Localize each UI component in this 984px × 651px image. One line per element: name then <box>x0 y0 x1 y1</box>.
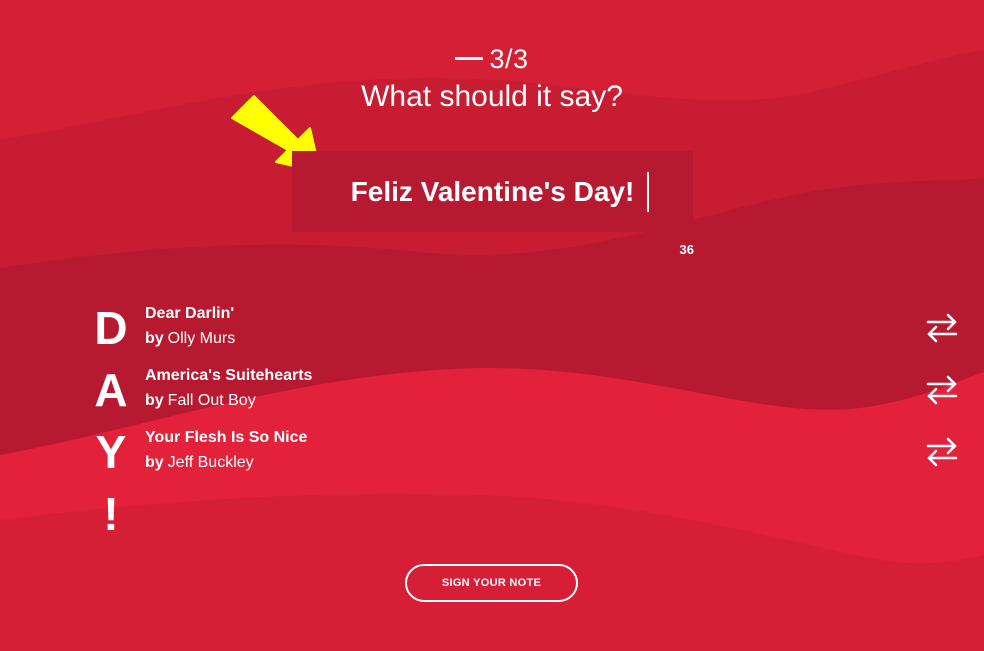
by-label: by <box>145 392 164 409</box>
acrostic-letters: D A Y ! <box>88 302 134 550</box>
acrostic-letter: A <box>94 364 128 416</box>
acrostic-letter: D <box>94 302 128 354</box>
artist-name: Fall Out Boy <box>167 392 256 409</box>
by-label: by <box>145 330 164 347</box>
by-label: by <box>145 454 164 471</box>
acrostic-letter: Y <box>95 426 127 478</box>
track-title: America's Suitehearts <box>145 367 313 384</box>
page-title: What should it say? <box>361 80 623 113</box>
character-count: 36 <box>679 242 694 257</box>
track-artist-line: by Olly Murs <box>145 330 235 348</box>
acrostic-letter: ! <box>103 488 119 540</box>
artist-name: Jeff Buckley <box>167 454 254 471</box>
track-artist-line: by Jeff Buckley <box>145 454 254 472</box>
step-indicator: 3/3 <box>0 44 984 75</box>
track-title: Your Flesh Is So Nice <box>145 429 308 446</box>
swap-arrows-icon[interactable] <box>925 437 959 467</box>
track-title: Dear Darlin' <box>145 305 235 322</box>
text-caret <box>647 172 649 212</box>
artist-name: Olly Murs <box>167 330 236 347</box>
step-counter: 3/3 <box>489 44 529 74</box>
message-input[interactable] <box>292 151 693 232</box>
sign-note-button[interactable]: SIGN YOUR NOTE <box>405 564 578 602</box>
dash-icon <box>455 57 484 61</box>
track-row: Your Flesh Is So Nice by Jeff Buckley <box>145 429 965 491</box>
track-row: Dear Darlin' by Olly Murs <box>145 305 965 367</box>
track-row: America's Suitehearts by Fall Out Boy <box>145 367 965 429</box>
note-builder: 3/3 What should it say? 36 D A Y ! Dear … <box>0 0 984 651</box>
swap-arrows-icon[interactable] <box>925 313 959 343</box>
track-list: Dear Darlin' by Olly Murs America's Suite… <box>145 305 965 491</box>
track-artist-line: by Fall Out Boy <box>145 392 256 410</box>
swap-arrows-icon[interactable] <box>925 375 959 405</box>
